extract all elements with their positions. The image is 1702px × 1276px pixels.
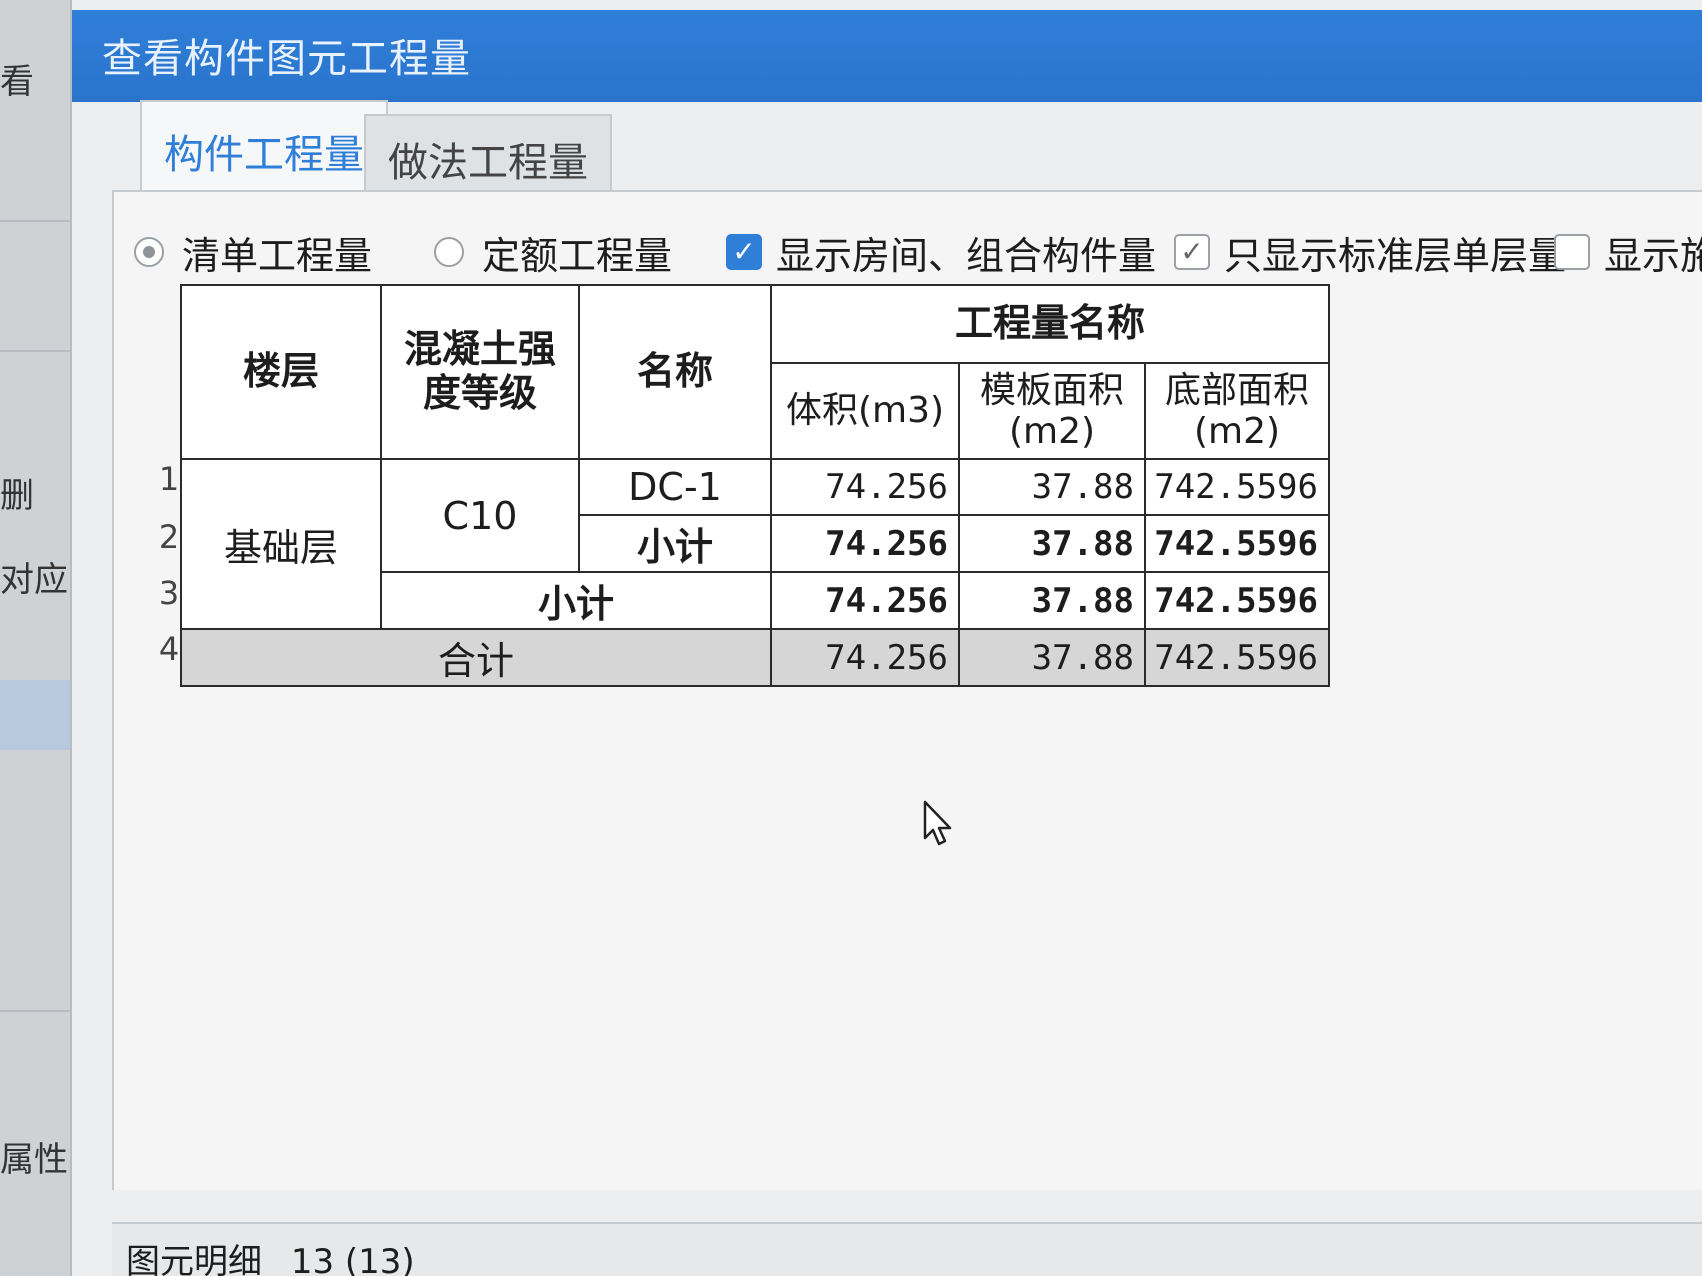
- checkbox-std-layer[interactable]: ✓ 只显示标准层单层量: [1174, 222, 1566, 282]
- background-app-panel: 看 删 对应 属性: [0, 0, 80, 1276]
- bg-divider: [0, 1010, 80, 1012]
- radio-dinge-label: 定额工程量: [482, 233, 673, 278]
- cell-formwork-area: 37.88: [958, 571, 1146, 630]
- quantity-grid: 1 2 3 4 楼层 混凝土强度等级 名称 工程量名称 体积(m3) 模板面积(…: [159, 284, 1330, 687]
- radio-unselected-icon: [434, 237, 464, 267]
- radio-qingdan-label: 清单工程量: [182, 233, 373, 278]
- header-name[interactable]: 名称: [578, 284, 772, 460]
- tab-content: 清单工程量 定额工程量 ✓ 显示房间、组合构件量 ✓ 只显示标准层单层量 显示施…: [112, 190, 1702, 1190]
- status-label: 图元明细: [126, 1242, 262, 1276]
- checkbox-show-room[interactable]: ✓ 显示房间、组合构件量: [726, 222, 1156, 282]
- cell-name: 小计: [578, 514, 772, 573]
- cell-bottom-area: 742.5596: [1144, 628, 1330, 687]
- table-row-total[interactable]: 合计 74.256 37.88 742.5596: [180, 628, 1330, 687]
- row-number[interactable]: 3: [158, 574, 180, 612]
- bg-fragment-view: 看: [0, 62, 34, 102]
- status-count: 13 (13): [290, 1242, 415, 1276]
- row-number[interactable]: 2: [158, 518, 180, 556]
- cell-formwork-area: 37.88: [958, 514, 1146, 573]
- radio-selected-icon: [134, 237, 164, 267]
- cell-concrete-grade: C10: [380, 458, 580, 573]
- header-floor[interactable]: 楼层: [180, 284, 382, 460]
- cell-bottom-area: 742.5596: [1144, 514, 1330, 573]
- radio-qingdan[interactable]: 清单工程量: [134, 222, 372, 282]
- checkbox-show-construction-label: 显示施: [1604, 233, 1702, 278]
- bg-divider: [0, 220, 80, 222]
- cell-name: 合计: [180, 628, 772, 687]
- cell-bottom-area: 742.5596: [1144, 458, 1330, 516]
- bg-selected-row: [0, 680, 80, 750]
- row-number[interactable]: 4: [158, 630, 180, 668]
- checkbox-show-construction[interactable]: 显示施: [1554, 222, 1702, 282]
- cell-name: 小计: [380, 571, 772, 630]
- header-volume[interactable]: 体积(m3): [770, 362, 960, 460]
- checkbox-show-room-label: 显示房间、组合构件量: [776, 233, 1157, 278]
- cell-formwork-area: 37.88: [958, 458, 1146, 516]
- checkbox-empty-icon: [1554, 234, 1590, 270]
- view-quantity-dialog: 查看构件图元工程量 构件工程量 做法工程量 清单工程量 定额工程量 ✓ 显示房间…: [70, 0, 1702, 1276]
- bg-fragment-correspond: 对应: [0, 560, 68, 600]
- dialog-title: 查看构件图元工程量: [102, 36, 471, 82]
- header-quantity-group: 工程量名称: [770, 284, 1330, 364]
- cell-floor: 基础层: [180, 458, 382, 630]
- cell-volume: 74.256: [770, 514, 960, 573]
- tab-component-quantity[interactable]: 构件工程量: [140, 100, 388, 196]
- cell-volume: 74.256: [770, 628, 960, 687]
- tab-method-quantity[interactable]: 做法工程量: [364, 114, 612, 192]
- checkmark-icon: ✓: [726, 234, 762, 270]
- bg-divider: [0, 350, 80, 352]
- header-bottom-area[interactable]: 底部面积(m2): [1144, 362, 1330, 460]
- cell-formwork-area: 37.88: [958, 628, 1146, 687]
- header-concrete-grade[interactable]: 混凝土强度等级: [380, 284, 580, 460]
- cell-volume: 74.256: [770, 458, 960, 516]
- cell-volume: 74.256: [770, 571, 960, 630]
- cell-name: DC-1: [578, 458, 772, 516]
- mouse-cursor-icon: [923, 800, 952, 846]
- cell-bottom-area: 742.5596: [1144, 571, 1330, 630]
- quantity-table: 楼层 混凝土强度等级 名称 工程量名称 体积(m3) 模板面积(m2) 底部面积…: [180, 284, 1330, 687]
- bg-fragment-delete[interactable]: 删: [0, 468, 34, 517]
- table-row[interactable]: 基础层 C10 DC-1 74.256 37.88 742.5596: [180, 458, 1330, 630]
- bg-fragment-properties: 属性: [0, 1140, 68, 1180]
- radio-dinge[interactable]: 定额工程量: [434, 222, 672, 282]
- row-number[interactable]: 1: [158, 460, 180, 498]
- dialog-title-bar[interactable]: 查看构件图元工程量: [72, 10, 1702, 102]
- header-formwork-area[interactable]: 模板面积(m2): [958, 362, 1146, 460]
- checkbox-std-layer-label: 只显示标准层单层量: [1224, 233, 1567, 278]
- status-bar: 图元明细 13 (13): [112, 1222, 1702, 1276]
- checkmark-icon: ✓: [1174, 234, 1210, 270]
